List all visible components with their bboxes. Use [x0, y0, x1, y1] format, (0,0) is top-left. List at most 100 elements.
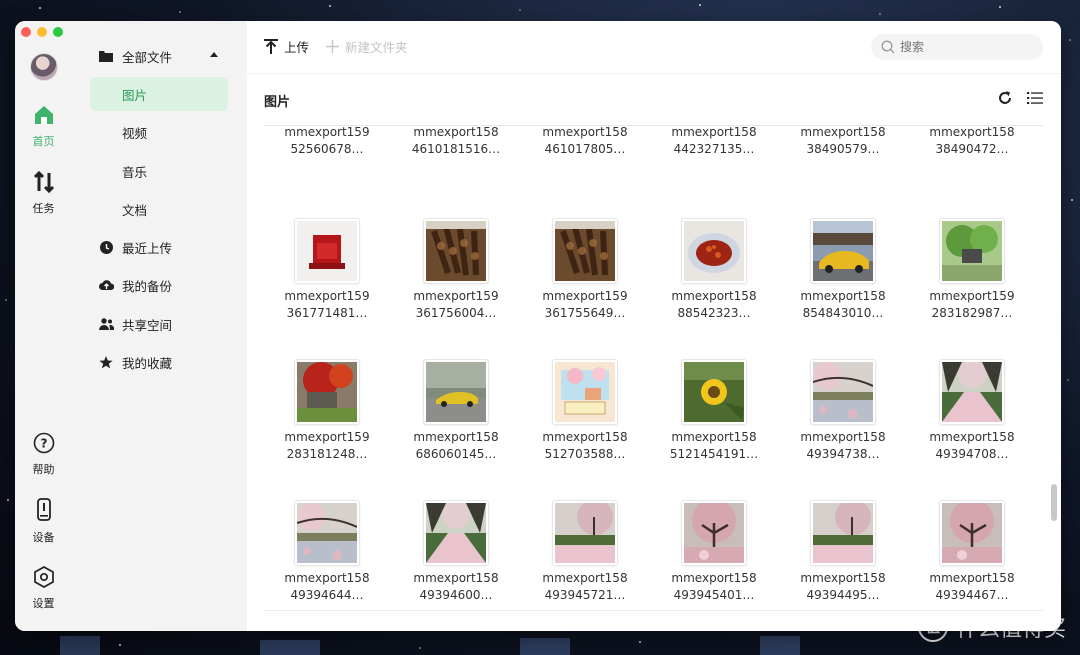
minimize-window-button[interactable] — [37, 27, 47, 37]
image-thumbnail[interactable] — [294, 500, 360, 566]
file-name: mmexport159 283182987… — [909, 288, 1035, 322]
sidebar-item-all-files[interactable]: 全部文件 — [90, 39, 228, 73]
file-name-line1: mmexport158 — [800, 430, 886, 444]
file-name-line1: mmexport159 — [284, 126, 370, 139]
image-thumbnail[interactable] — [423, 500, 489, 566]
image-thumbnail[interactable] — [552, 359, 618, 425]
new-folder-button[interactable]: 新建文件夹 — [326, 37, 408, 56]
sidebar: 全部文件 图片 视频 音乐 文档 最近上传 我的备份 共享空间 我的收藏 — [72, 21, 247, 631]
file-name-line1: mmexport158 — [671, 430, 757, 444]
file-item[interactable]: mmexport159 283181248… — [264, 359, 390, 463]
image-thumbnail[interactable] — [939, 500, 1005, 566]
rail-item-tasks[interactable]: 任务 — [15, 170, 72, 216]
home-icon — [34, 106, 53, 124]
image-thumbnail[interactable] — [810, 500, 876, 566]
file-name-line1: mmexport159 — [929, 289, 1015, 303]
file-item[interactable]: mmexport158 49394738… — [780, 359, 906, 463]
refresh-icon[interactable] — [997, 90, 1013, 106]
image-thumbnail[interactable] — [939, 359, 1005, 425]
main-panel: 上传 新建文件夹 图片 mmexport15 — [247, 21, 1061, 631]
file-item[interactable]: mmexport158 49394644… — [264, 500, 390, 604]
rail-item-settings[interactable]: 设置 — [15, 566, 72, 611]
file-item[interactable]: mmexport158 38490579… — [780, 126, 906, 158]
file-name-line1: mmexport159 — [542, 289, 628, 303]
thumbnail-image — [684, 503, 744, 563]
upload-button[interactable]: 上传 — [264, 37, 309, 56]
file-name: mmexport158 686060145… — [393, 429, 519, 463]
file-name-line2: 361756004… — [415, 306, 497, 320]
sidebar-item-label: 文档 — [122, 202, 148, 218]
file-item[interactable]: mmexport158 5121454191… — [651, 359, 777, 463]
file-item[interactable]: mmexport159 361756004… — [393, 218, 519, 322]
file-item[interactable]: mmexport158 854843010… — [780, 218, 906, 322]
avatar[interactable] — [30, 53, 58, 81]
image-thumbnail[interactable] — [294, 218, 360, 284]
caret-up-icon[interactable] — [210, 52, 218, 57]
close-window-button[interactable] — [21, 27, 31, 37]
file-name-line1: mmexport158 — [542, 430, 628, 444]
file-item[interactable]: mmexport158 38490472… — [909, 126, 1035, 158]
sidebar-item-videos[interactable]: 视频 — [90, 115, 228, 149]
thumbnail-image — [555, 362, 615, 422]
image-thumbnail[interactable] — [939, 218, 1005, 284]
file-item[interactable]: mmexport159 283182987… — [909, 218, 1035, 322]
file-item[interactable]: mmexport158 493945401… — [651, 500, 777, 604]
image-thumbnail[interactable] — [552, 218, 618, 284]
sidebar-item-favorites[interactable]: 我的收藏 — [90, 345, 228, 379]
thumbnail-image — [555, 503, 615, 563]
file-item[interactable]: mmexport158 686060145… — [393, 359, 519, 463]
file-item[interactable]: mmexport158 49394600… — [393, 500, 519, 604]
image-thumbnail[interactable] — [681, 359, 747, 425]
image-thumbnail[interactable] — [681, 500, 747, 566]
file-name: mmexport158 461017805… — [522, 126, 648, 158]
list-view-icon[interactable] — [1027, 90, 1043, 106]
file-name-line2: 49394708… — [935, 447, 1009, 461]
file-name-line1: mmexport158 — [542, 126, 628, 139]
file-name-line2: 493945721… — [544, 588, 626, 602]
scrollbar-thumb[interactable] — [1051, 484, 1057, 521]
svg-text:?: ? — [40, 437, 47, 451]
file-item[interactable]: mmexport158 512703588… — [522, 359, 648, 463]
sidebar-item-label: 我的备份 — [122, 278, 173, 294]
sidebar-item-pictures[interactable]: 图片 — [90, 77, 228, 111]
sidebar-item-my-backups[interactable]: 我的备份 — [90, 268, 228, 302]
search-input[interactable] — [898, 39, 1032, 55]
thumbnail-image — [297, 362, 357, 422]
image-thumbnail[interactable] — [810, 359, 876, 425]
file-name-line2: 4610181516… — [411, 142, 501, 156]
file-name-line1: mmexport158 — [413, 571, 499, 585]
image-thumbnail[interactable] — [681, 218, 747, 284]
file-item[interactable]: mmexport158 461017805… — [522, 126, 648, 158]
file-name-line2: 52560678… — [290, 142, 364, 156]
sidebar-item-documents[interactable]: 文档 — [90, 192, 228, 226]
file-item[interactable]: mmexport158 442327135… — [651, 126, 777, 158]
file-item[interactable]: mmexport158 493945721… — [522, 500, 648, 604]
image-thumbnail[interactable] — [810, 218, 876, 284]
search-box[interactable] — [871, 34, 1043, 60]
rail-item-help[interactable]: ? 帮助 — [15, 432, 72, 477]
thumbnail-image — [942, 221, 1002, 281]
rail-item-label: 首页 — [32, 135, 55, 148]
file-name: mmexport159 52560678… — [264, 126, 390, 158]
image-thumbnail[interactable] — [423, 359, 489, 425]
rail-item-device[interactable]: 设备 — [15, 498, 72, 545]
sidebar-item-label: 全部文件 — [122, 49, 173, 65]
sidebar-item-shared-space[interactable]: 共享空间 — [90, 307, 228, 341]
file-item[interactable]: mmexport158 88542323… — [651, 218, 777, 322]
image-thumbnail[interactable] — [552, 500, 618, 566]
file-item[interactable]: mmexport159 361771481… — [264, 218, 390, 322]
rail-item-home[interactable]: 首页 — [15, 104, 72, 149]
sidebar-item-music[interactable]: 音乐 — [90, 154, 228, 188]
file-item[interactable]: mmexport158 4610181516… — [393, 126, 519, 158]
file-item[interactable]: mmexport159 52560678… — [264, 126, 390, 158]
image-thumbnail[interactable] — [294, 359, 360, 425]
file-name: mmexport158 49394495… — [780, 570, 906, 604]
file-item[interactable]: mmexport158 49394467… — [909, 500, 1035, 604]
file-item[interactable]: mmexport159 361755649… — [522, 218, 648, 322]
image-thumbnail[interactable] — [423, 218, 489, 284]
file-item[interactable]: mmexport158 49394495… — [780, 500, 906, 604]
file-item[interactable]: mmexport158 49394708… — [909, 359, 1035, 463]
file-name-line1: mmexport158 — [542, 571, 628, 585]
zoom-window-button[interactable] — [53, 27, 63, 37]
sidebar-item-recent-uploads[interactable]: 最近上传 — [90, 230, 228, 264]
